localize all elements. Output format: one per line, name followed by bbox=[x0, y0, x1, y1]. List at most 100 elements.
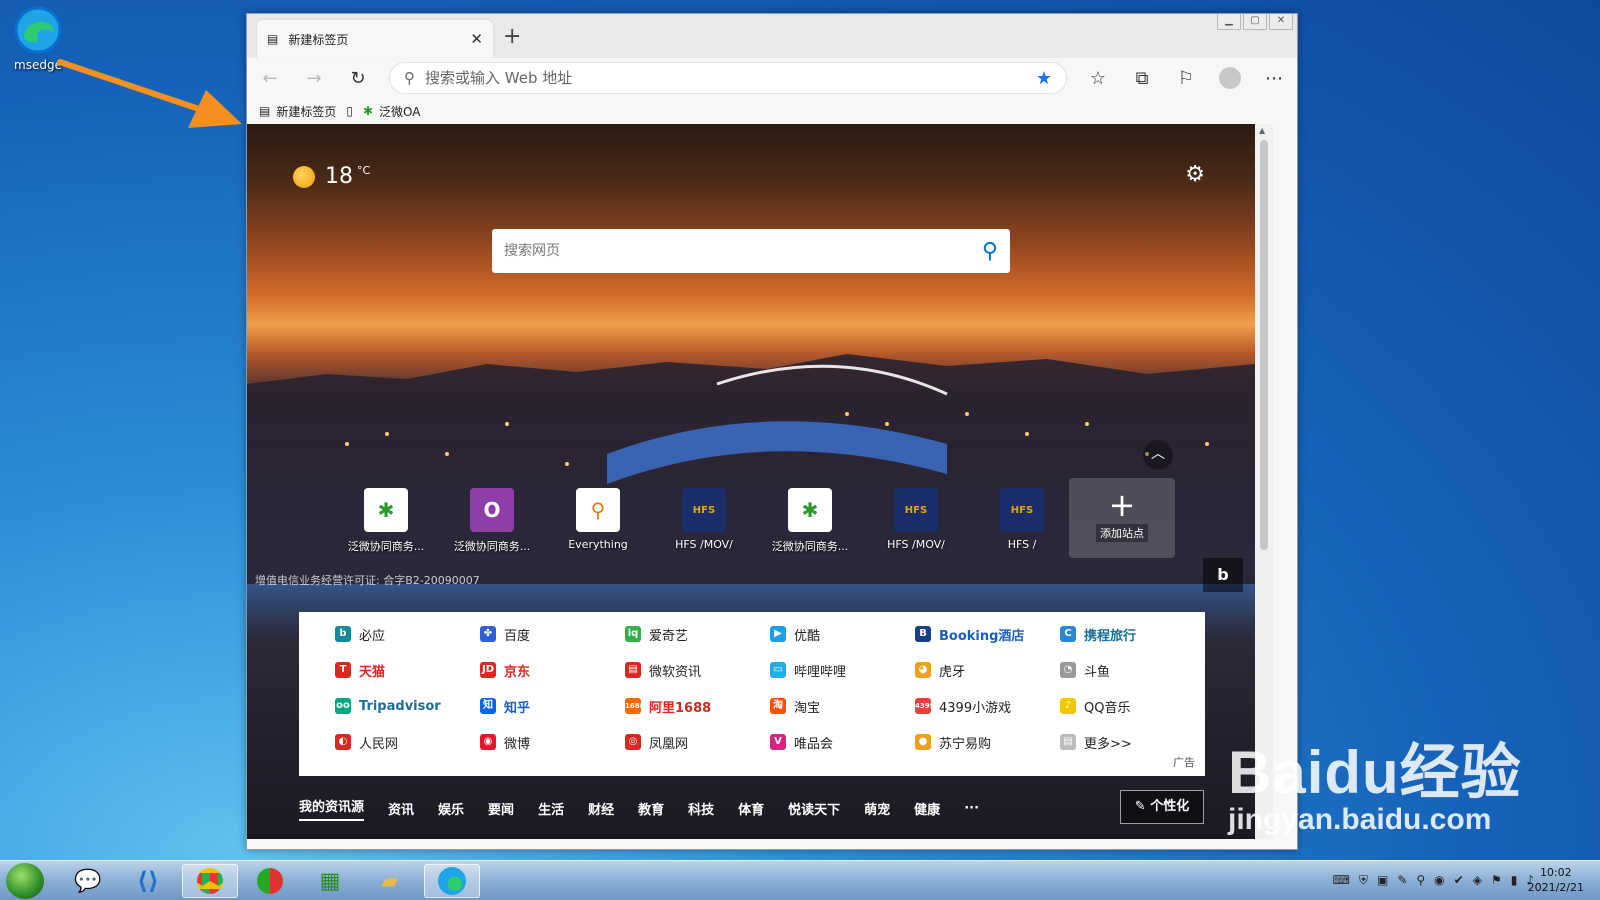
link-tmall[interactable]: T 天猫 bbox=[335, 660, 480, 680]
tab-bar: ▤ 新建标签页 ✕ + ▁ ▢ ✕ bbox=[247, 14, 1297, 58]
link-vip[interactable]: V 唯品会 bbox=[770, 732, 915, 752]
web-search-input[interactable] bbox=[504, 243, 982, 259]
xmind-taskbar-icon[interactable] bbox=[242, 864, 298, 898]
quick-link-tile[interactable]: ✱ 泛微协同商务... bbox=[757, 488, 863, 554]
search-icon[interactable]: ⚲ bbox=[1416, 873, 1425, 888]
news-tab[interactable]: 萌宠 bbox=[864, 799, 890, 818]
chart-app-taskbar-icon[interactable]: ▦ bbox=[302, 864, 358, 898]
news-tab[interactable]: 资讯 bbox=[388, 799, 414, 818]
antivirus-icon[interactable]: ◉ bbox=[1434, 873, 1444, 888]
more-menu-icon[interactable]: ⋯ bbox=[1261, 65, 1287, 91]
news-tab[interactable]: 悦读天下 bbox=[788, 799, 840, 818]
settings-gear-icon[interactable]: ⚙ bbox=[1185, 162, 1205, 187]
news-tab[interactable]: 娱乐 bbox=[438, 799, 464, 818]
forward-button[interactable]: → bbox=[301, 65, 327, 91]
minimize-button[interactable]: ▁ bbox=[1217, 14, 1241, 30]
pen-icon[interactable]: ✎ bbox=[1397, 873, 1407, 888]
link-baidu[interactable]: ✤ 百度 bbox=[480, 624, 625, 644]
news-tab[interactable]: 生活 bbox=[538, 799, 564, 818]
news-tab[interactable]: 财经 bbox=[588, 799, 614, 818]
scroll-up-icon[interactable]: ▲ bbox=[1259, 126, 1265, 135]
link-suning[interactable]: ● 苏宁易购 bbox=[915, 732, 1060, 752]
quick-link-tile[interactable]: HFS HFS /MOV/ bbox=[863, 488, 969, 554]
link-ifeng[interactable]: ◎ 凤凰网 bbox=[625, 732, 770, 752]
link-huya[interactable]: ◕ 虎牙 bbox=[915, 660, 1060, 680]
link-bilibili[interactable]: ▭ 哔哩哔哩 bbox=[770, 660, 915, 680]
system-clock[interactable]: 10:02 2021/2/21 bbox=[1528, 865, 1584, 895]
profile-avatar[interactable] bbox=[1217, 65, 1243, 91]
back-button[interactable]: ← bbox=[257, 65, 283, 91]
news-tab[interactable]: 科技 bbox=[688, 799, 714, 818]
signal-icon[interactable]: ▮ bbox=[1511, 873, 1518, 888]
link-qqmusic[interactable]: ♪ QQ音乐 bbox=[1060, 696, 1205, 716]
tab-new-tab[interactable]: ▤ 新建标签页 ✕ bbox=[257, 20, 493, 58]
scrollbar-thumb[interactable] bbox=[1260, 140, 1268, 550]
link-youku[interactable]: ▶ 优酷 bbox=[770, 624, 915, 644]
link-zhihu[interactable]: 知知乎 bbox=[480, 696, 625, 716]
link-more[interactable]: ▤ 更多>> bbox=[1060, 732, 1205, 752]
link-jd[interactable]: JD 京东 bbox=[480, 660, 625, 680]
start-button[interactable] bbox=[6, 863, 44, 899]
weather-widget[interactable]: 18 °C bbox=[293, 164, 370, 189]
iqiyi-icon: iq bbox=[625, 626, 641, 642]
weibo-icon: ◉ bbox=[480, 734, 496, 750]
chrome-taskbar-icon[interactable] bbox=[182, 864, 238, 898]
add-site-button[interactable]: + 添加站点 bbox=[1069, 478, 1175, 558]
more-icon: ▤ bbox=[1060, 734, 1076, 750]
qqmusic-icon: ♪ bbox=[1060, 698, 1076, 714]
search-icon[interactable]: ⚲ bbox=[982, 239, 998, 264]
security-icon[interactable]: ✔ bbox=[1454, 873, 1464, 888]
link-ctrip[interactable]: C 携程旅行 bbox=[1060, 624, 1205, 644]
keyboard-icon[interactable]: ⌨ bbox=[1333, 873, 1350, 888]
vscode-taskbar-icon[interactable]: ⟨⟩ bbox=[120, 864, 176, 898]
close-tab-icon[interactable]: ✕ bbox=[470, 30, 483, 48]
link-tripadvisor[interactable]: oo Tripadvisor bbox=[335, 696, 480, 716]
news-tab[interactable]: 体育 bbox=[738, 799, 764, 818]
quick-link-tile[interactable]: ✱ 泛微协同商务... bbox=[333, 488, 439, 554]
new-tab-button[interactable]: + bbox=[503, 24, 521, 49]
quick-link-tile[interactable]: HFS HFS / bbox=[969, 488, 1075, 554]
maximize-button[interactable]: ▢ bbox=[1243, 14, 1267, 30]
window-icon[interactable]: ▣ bbox=[1377, 873, 1388, 888]
link-weibo[interactable]: ◉ 微博 bbox=[480, 732, 625, 752]
flag-icon[interactable]: ⚑ bbox=[1491, 873, 1502, 888]
personalize-button[interactable]: ✎ 个性化 bbox=[1120, 790, 1204, 824]
link-bing[interactable]: b 必应 bbox=[335, 624, 480, 644]
file-explorer-taskbar-icon[interactable]: ▰ bbox=[362, 864, 418, 898]
link-1688[interactable]: 1688 阿里1688 bbox=[625, 696, 770, 716]
close-window-button[interactable]: ✕ bbox=[1269, 14, 1293, 30]
new-tab-page: 18 °C ⚙ ⚲ ︿ ✱ 泛微协同商务... O 泛微协同商务... ⚲ Every… bbox=[247, 124, 1255, 839]
link-booking[interactable]: B Booking酒店 bbox=[915, 624, 1060, 644]
bookmark-blank[interactable]: ▯ bbox=[346, 104, 353, 118]
bookmark-new-tab[interactable]: ▤ 新建标签页 bbox=[259, 103, 336, 120]
bookmark-fanwei-oa[interactable]: ✱ 泛微OA bbox=[363, 103, 421, 120]
more-news-tabs[interactable]: ··· bbox=[964, 801, 979, 816]
link-4399[interactable]: 4399 4399小游戏 bbox=[915, 696, 1060, 716]
news-tab[interactable]: 要闻 bbox=[488, 799, 514, 818]
collections-icon[interactable]: ⧉ bbox=[1129, 65, 1155, 91]
link-msn[interactable]: ▤ 微软资讯 bbox=[625, 660, 770, 680]
refresh-button[interactable]: ↻ bbox=[345, 65, 371, 91]
collapse-tiles-button[interactable]: ︿ bbox=[1143, 440, 1173, 470]
link-taobao[interactable]: 淘淘宝 bbox=[770, 696, 915, 716]
quick-link-tile[interactable]: O 泛微协同商务... bbox=[439, 488, 545, 554]
feedback-icon[interactable]: ⚐ bbox=[1173, 65, 1199, 91]
bing-logo-button[interactable]: b bbox=[1203, 558, 1243, 592]
favorites-icon[interactable]: ☆ bbox=[1085, 65, 1111, 91]
wechat-taskbar-icon[interactable]: 💬 bbox=[60, 864, 116, 898]
address-input[interactable] bbox=[425, 69, 1026, 87]
news-tab[interactable]: 我的资讯源 bbox=[299, 796, 365, 821]
quick-link-tile[interactable]: HFS HFS /MOV/ bbox=[651, 488, 757, 554]
edge-taskbar-icon[interactable] bbox=[424, 864, 480, 898]
network-share-icon[interactable]: ◈ bbox=[1473, 873, 1482, 888]
news-tab[interactable]: 健康 bbox=[914, 799, 940, 818]
link-people[interactable]: ◐ 人民网 bbox=[335, 732, 480, 752]
news-tab[interactable]: 教育 bbox=[638, 799, 664, 818]
shield-icon[interactable]: ⛨ bbox=[1359, 873, 1368, 888]
link-douyu[interactable]: ◔ 斗鱼 bbox=[1060, 660, 1205, 680]
quick-link-tile[interactable]: ⚲ Everything bbox=[545, 488, 651, 554]
web-search-box[interactable]: ⚲ bbox=[492, 229, 1010, 273]
link-iqiyi[interactable]: iq 爱奇艺 bbox=[625, 624, 770, 644]
favorite-star-icon[interactable]: ★ bbox=[1036, 68, 1052, 89]
address-bar[interactable]: ⚲ ★ bbox=[389, 62, 1067, 94]
